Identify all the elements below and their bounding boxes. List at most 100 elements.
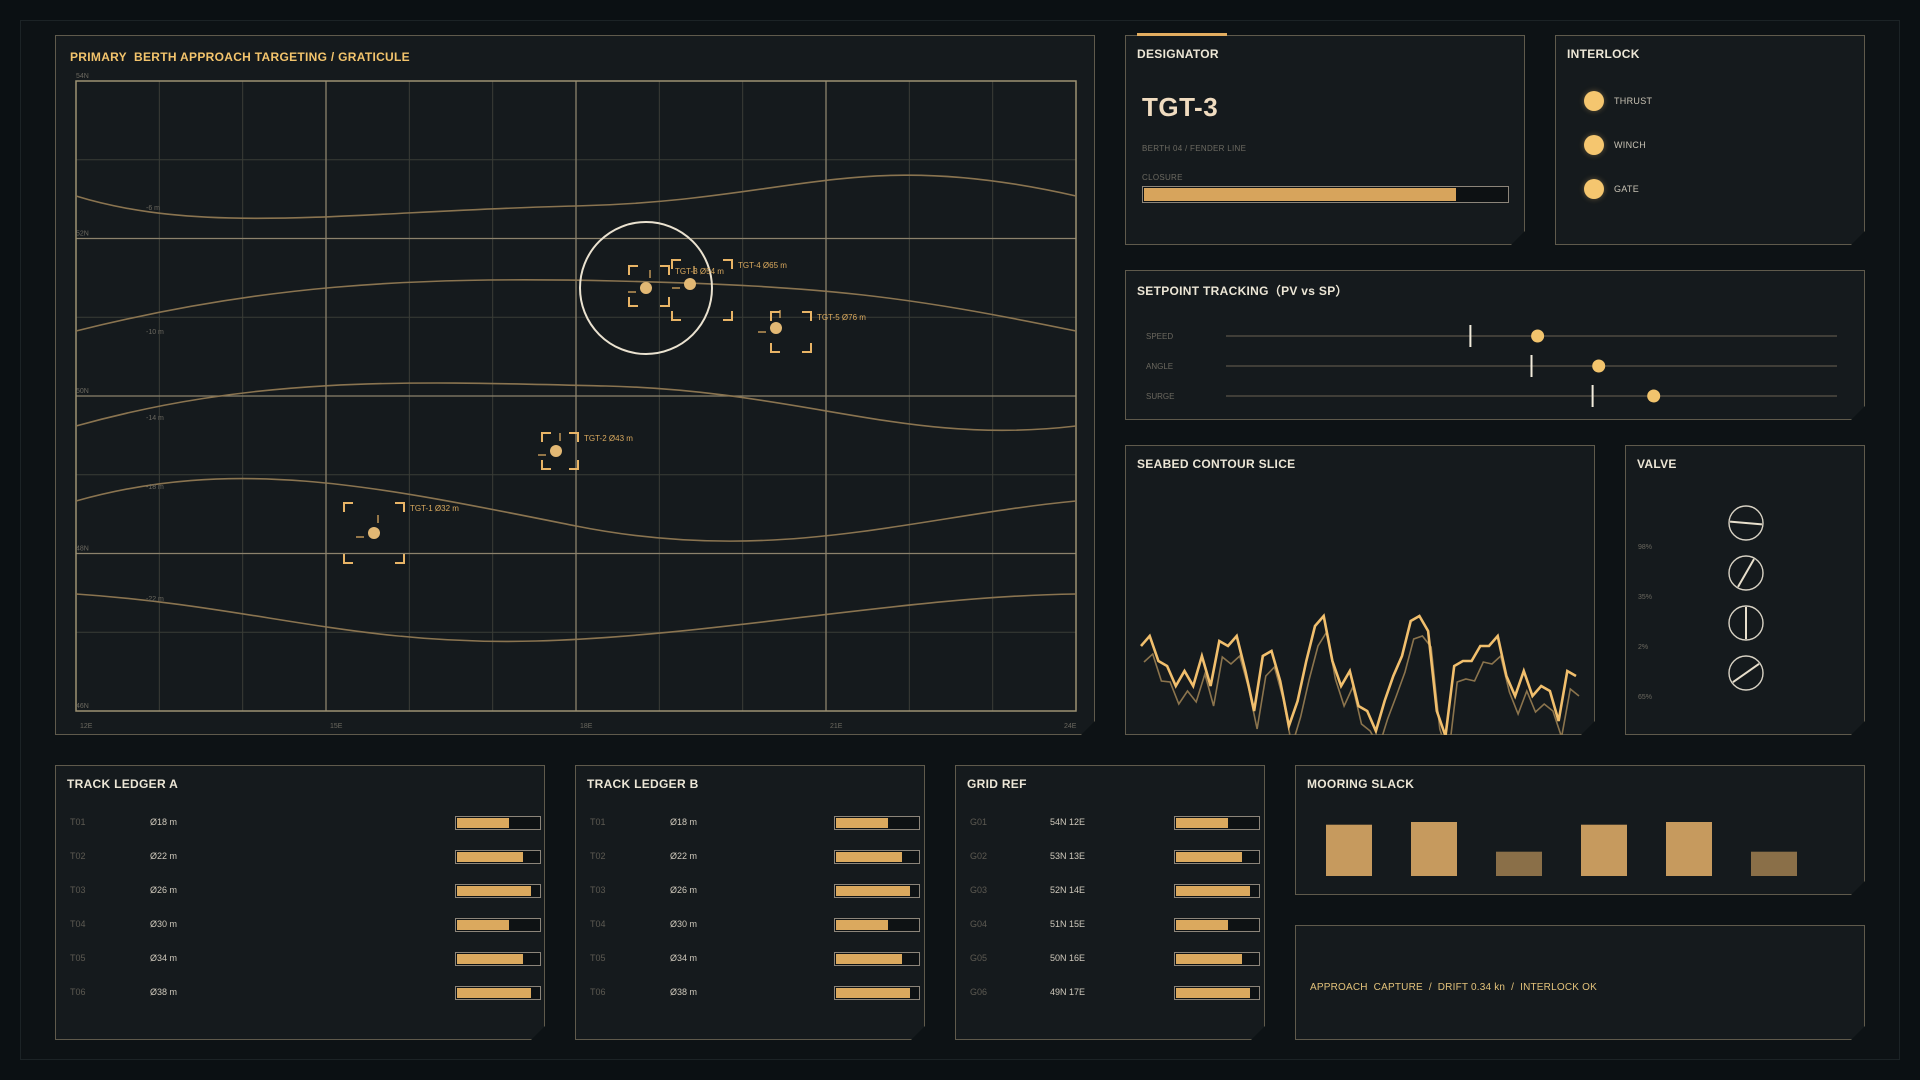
row-id: T06 <box>70 987 86 997</box>
seabed-panel: SEABED CONTOUR SLICE <box>1125 445 1595 735</box>
interlock-label: THRUST <box>1614 96 1653 106</box>
row-bar-fill <box>1176 886 1250 896</box>
slack-bar <box>1411 822 1457 876</box>
target-label: TGT-4 Ø65 m <box>738 261 787 270</box>
target-bracket <box>542 433 551 442</box>
table-row[interactable]: T06 Ø38 m <box>70 986 545 1000</box>
row-value: Ø26 m <box>150 885 178 895</box>
row-bar-fill <box>1176 954 1242 964</box>
target-bracket <box>569 433 578 442</box>
table-row[interactable]: T03 Ø26 m <box>590 884 924 898</box>
target-label: TGT-3 Ø54 m <box>675 267 724 276</box>
slack-bar <box>1581 825 1627 876</box>
row-bar <box>1174 918 1260 932</box>
row-bar <box>834 952 920 966</box>
row-bar <box>1174 952 1260 966</box>
table-row[interactable]: T02 Ø22 m <box>590 850 924 864</box>
target-label: TGT-5 Ø76 m <box>817 313 866 322</box>
mooring-panel: MOORING SLACK <box>1295 765 1865 895</box>
row-value: Ø34 m <box>670 953 698 963</box>
row-value: 50N 16E <box>1050 953 1086 963</box>
row-value: 49N 17E <box>1050 987 1086 997</box>
row-bar <box>834 918 920 932</box>
interlock-item-winch[interactable]: WINCH <box>1584 134 1646 156</box>
row-id: T01 <box>70 817 86 827</box>
interlock-item-thrust[interactable]: THRUST <box>1584 90 1652 112</box>
row-bar-fill <box>457 954 523 964</box>
target-bracket <box>395 503 404 512</box>
interlock-label: WINCH <box>1614 140 1646 150</box>
graticule-map[interactable]: 54N 52N 50N 48N 46N 12E 15E 18E 21E 24E -6 m -10 m -… <box>56 36 1096 736</box>
row-value: 51N 15E <box>1050 919 1086 929</box>
table-row[interactable]: T06 Ø38 m <box>590 986 924 1000</box>
table-row[interactable]: G02 53N 13E <box>970 850 1264 864</box>
interlock-label: GATE <box>1614 184 1640 194</box>
status-lamp-icon <box>1584 135 1604 155</box>
table-row[interactable]: T04 Ø30 m <box>70 918 545 932</box>
ledger-b-title: TRACK LEDGER B <box>587 777 699 791</box>
process-value-dot <box>1592 360 1605 373</box>
designated-target-id: TGT-3 <box>1142 92 1219 122</box>
row-bar-fill <box>457 818 509 828</box>
mooring-bars <box>1296 766 1866 896</box>
row-bar <box>1174 884 1260 898</box>
target-bracket <box>629 297 638 306</box>
target-tgt-5[interactable]: TGT-5 Ø76 m <box>758 310 866 352</box>
longitude-label: 12E <box>80 723 93 730</box>
setpoint-row-label: ANGLE <box>1146 362 1173 371</box>
table-row[interactable]: G03 52N 14E <box>970 884 1264 898</box>
row-bar <box>1174 850 1260 864</box>
row-value: Ø22 m <box>150 851 178 861</box>
row-value: Ø22 m <box>670 851 698 861</box>
row-bar <box>834 884 920 898</box>
table-row[interactable]: G04 51N 15E <box>970 918 1264 932</box>
row-bar-fill <box>836 886 910 896</box>
row-bar-fill <box>836 818 888 828</box>
table-row[interactable]: G06 49N 17E <box>970 986 1264 1000</box>
seabed-profile <box>1126 446 1596 736</box>
row-value: Ø34 m <box>150 953 178 963</box>
row-value: 54N 12E <box>1050 817 1086 827</box>
target-tgt-2[interactable]: TGT-2 Ø43 m <box>538 433 633 469</box>
row-bar-fill <box>457 852 523 862</box>
table-row[interactable]: T03 Ø26 m <box>70 884 545 898</box>
graticule-panel: PRIMARY BERTH APPROACH TARGETING / GRATI… <box>55 35 1095 735</box>
table-row[interactable]: T04 Ø30 m <box>590 918 924 932</box>
target-bracket <box>771 312 780 321</box>
setpoint-row-label: SPEED <box>1146 332 1173 341</box>
row-id: T02 <box>70 851 86 861</box>
target-dot <box>550 445 562 457</box>
row-bar <box>1174 986 1260 1000</box>
table-row[interactable]: T01 Ø18 m <box>590 816 924 830</box>
row-bar-fill <box>457 920 509 930</box>
row-bar <box>455 918 541 932</box>
row-bar-fill <box>457 886 531 896</box>
row-bar-fill <box>457 988 531 998</box>
slack-bar <box>1666 822 1712 876</box>
grid-ref-panel: GRID REF G01 54N 12E G02 53N 13E G03 52N 14E G… <box>955 765 1265 1040</box>
setpoint-panel: SETPOINT TRACKING（PV vs SP） SPEED ANGLE SU… <box>1125 270 1865 420</box>
table-row[interactable]: T05 Ø34 m <box>70 952 545 966</box>
target-tgt-3[interactable]: TGT-3 Ø54 m <box>628 266 724 306</box>
target-label: TGT-2 Ø43 m <box>584 434 633 443</box>
row-bar <box>455 952 541 966</box>
table-row[interactable]: T02 Ø22 m <box>70 850 545 864</box>
row-id: T04 <box>590 919 606 929</box>
table-row[interactable]: T01 Ø18 m <box>70 816 545 830</box>
status-lamp-icon <box>1584 179 1604 199</box>
table-row[interactable]: T05 Ø34 m <box>590 952 924 966</box>
row-id: G02 <box>970 851 988 861</box>
slack-bar <box>1751 852 1797 876</box>
longitude-label: 21E <box>830 723 843 730</box>
row-bar-fill <box>836 852 902 862</box>
target-bracket <box>542 460 551 469</box>
table-row[interactable]: G05 50N 16E <box>970 952 1264 966</box>
designator-subtitle: BERTH 04 / FENDER LINE <box>1142 144 1247 153</box>
row-bar <box>834 816 920 830</box>
interlock-item-gate[interactable]: GATE <box>1584 178 1639 200</box>
target-dot <box>368 527 380 539</box>
longitude-label: 18E <box>580 723 593 730</box>
slack-bar <box>1326 825 1372 876</box>
table-row[interactable]: G01 54N 12E <box>970 816 1264 830</box>
valve-indicators: 98% 35% 2% 65% <box>1626 446 1866 736</box>
